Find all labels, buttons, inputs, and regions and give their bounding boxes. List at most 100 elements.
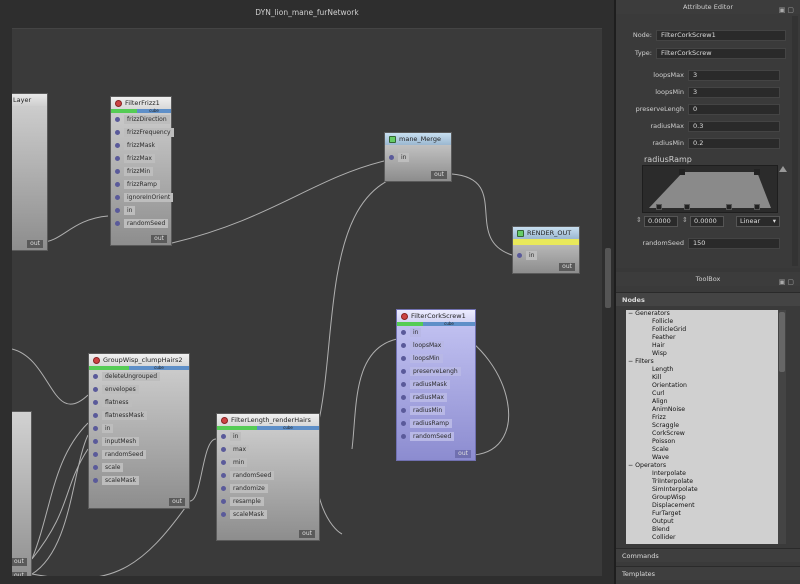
ramp-position-field[interactable]: 0.0000: [644, 216, 678, 227]
port-connector-icon[interactable]: [115, 143, 120, 148]
node-name-field[interactable]: FilterCorkScrew1: [656, 29, 786, 41]
spin-arrows-icon[interactable]: ⇕: [636, 216, 642, 224]
port-connector-icon[interactable]: [221, 473, 226, 478]
tree-item[interactable]: Wisp: [626, 350, 778, 358]
frizz-port[interactable]: frizzRamp: [111, 178, 171, 191]
tree-item[interactable]: Blend: [626, 526, 778, 534]
filter-length-port[interactable]: max: [217, 443, 319, 456]
port-in[interactable]: in: [513, 249, 579, 262]
filter-length-port[interactable]: randomSeed: [217, 469, 319, 482]
ramp-handle-icon[interactable]: [726, 204, 732, 210]
tab-commands[interactable]: Commands: [616, 548, 800, 562]
frizz-port[interactable]: randomSeed: [111, 217, 171, 230]
type-field[interactable]: FilterCorkScrew: [656, 47, 786, 59]
port-connector-icon[interactable]: [221, 499, 226, 504]
port-connector-icon[interactable]: [93, 478, 98, 483]
port-connector-icon[interactable]: [401, 343, 406, 348]
port-connector-icon[interactable]: [221, 512, 226, 517]
port-connector-icon[interactable]: [115, 221, 120, 226]
port-connector-icon[interactable]: [93, 400, 98, 405]
corkscrew-port[interactable]: randomSeed: [397, 430, 475, 443]
tree-item[interactable]: Length: [626, 366, 778, 374]
port-connector-icon[interactable]: [115, 195, 120, 200]
filter-frizz-node[interactable]: FilterFrizz1 cube frizzDirection frizzFre…: [110, 96, 174, 246]
tree-scrollbar[interactable]: [778, 310, 786, 544]
ramp-interp-select[interactable]: Linear ▾: [736, 216, 780, 227]
port-connector-icon[interactable]: [93, 387, 98, 392]
graph-vertical-scrollbar[interactable]: [602, 28, 614, 584]
group-wisp-port[interactable]: in: [89, 422, 189, 435]
port-connector-icon[interactable]: [115, 169, 120, 174]
random-seed-field[interactable]: 150: [688, 237, 780, 249]
ramp-handle-icon[interactable]: [684, 204, 690, 210]
panel-dock-buttons[interactable]: ▣▢: [779, 3, 796, 17]
tree-item[interactable]: TriInterpolate: [626, 478, 778, 486]
graph-canvas[interactable]: Layer out FilterFrizz1 cube frizzDirecti…: [12, 28, 602, 584]
tree-item[interactable]: Collider: [626, 534, 778, 542]
tree-item[interactable]: Output: [626, 518, 778, 526]
tree-item[interactable]: Scraggle: [626, 422, 778, 430]
port-connector-icon[interactable]: [401, 356, 406, 361]
frizz-port[interactable]: frizzDirection: [111, 113, 171, 126]
tree-group[interactable]: − Operators: [626, 462, 778, 470]
tree-item[interactable]: Scale: [626, 446, 778, 454]
tree-item[interactable]: Displacement: [626, 502, 778, 510]
port-connector-icon[interactable]: [115, 117, 120, 122]
port-connector-icon[interactable]: [93, 374, 98, 379]
tree-item[interactable]: FollicleGrid: [626, 326, 778, 334]
ramp-key-2[interactable]: [754, 169, 760, 175]
scroll-thumb[interactable]: [779, 312, 785, 372]
port-connector-icon[interactable]: [401, 382, 406, 387]
frizz-port[interactable]: ignoreInOrient: [111, 191, 174, 204]
port-connector-icon[interactable]: [401, 421, 406, 426]
tree-group[interactable]: − Generators: [626, 310, 778, 318]
tree-item[interactable]: Align: [626, 398, 778, 406]
layer-node[interactable]: Layer out: [12, 93, 48, 251]
tree-item[interactable]: Orientation: [626, 382, 778, 390]
port-connector-icon[interactable]: [115, 182, 120, 187]
tree-item[interactable]: Curl: [626, 390, 778, 398]
tree-item[interactable]: Hair: [626, 342, 778, 350]
attr-value-field[interactable]: 0.3: [688, 120, 780, 132]
port-connector-icon[interactable]: [93, 413, 98, 418]
render-out-node[interactable]: RENDER_OUT in out: [512, 226, 580, 274]
filter-length-node[interactable]: FilterLength_renderHairs cube in max min ra…: [216, 413, 320, 541]
corkscrew-port[interactable]: preserveLengh: [397, 365, 475, 378]
group-wisp-port[interactable]: envelopes: [89, 383, 189, 396]
frizz-port[interactable]: frizzMax: [111, 152, 171, 165]
group-wisp-port[interactable]: scale: [89, 461, 189, 474]
group-wisp-port[interactable]: deleteUngrouped: [89, 370, 189, 383]
port-connector-icon[interactable]: [401, 395, 406, 400]
tree-item[interactable]: SimInterpolate: [626, 486, 778, 494]
attr-value-field[interactable]: 0.2: [688, 137, 780, 149]
frizz-port[interactable]: frizzMask: [111, 139, 171, 152]
port-connector-icon[interactable]: [115, 130, 120, 135]
port-connector-icon[interactable]: [93, 426, 98, 431]
corkscrew-port[interactable]: loopsMax: [397, 339, 475, 352]
graph-horizontal-scrollbar[interactable]: [12, 576, 602, 584]
group-wisp-node[interactable]: GroupWisp_clumpHairs2 cube deleteUngroup…: [88, 353, 190, 509]
port-connector-icon[interactable]: [221, 434, 226, 439]
tree-item[interactable]: AnimNoise: [626, 406, 778, 414]
port-connector-icon[interactable]: [115, 208, 120, 213]
filter-length-port[interactable]: resample: [217, 495, 319, 508]
tree-item[interactable]: Wave: [626, 454, 778, 462]
nodes-tree[interactable]: − Generators Follicle FollicleGrid Feather H…: [626, 310, 778, 544]
port-connector-icon[interactable]: [221, 447, 226, 452]
port-connector-icon[interactable]: [401, 408, 406, 413]
group-wisp-port[interactable]: flatness: [89, 396, 189, 409]
tree-item[interactable]: CorkScrew: [626, 430, 778, 438]
attr-value-field[interactable]: 3: [688, 69, 780, 81]
ramp-key-1[interactable]: [679, 169, 685, 175]
ramp-value-field[interactable]: 0.0000: [690, 216, 724, 227]
group-wisp-port[interactable]: flatnessMask: [89, 409, 189, 422]
scroll-thumb[interactable]: [605, 248, 611, 308]
group-wisp-port[interactable]: scaleMask: [89, 474, 189, 487]
port-connector-icon[interactable]: [221, 460, 226, 465]
corkscrew-port[interactable]: in: [397, 326, 475, 339]
frizz-port[interactable]: in: [111, 204, 171, 217]
frizz-port[interactable]: frizzMin: [111, 165, 171, 178]
tree-item[interactable]: Interpolate: [626, 470, 778, 478]
corkscrew-port[interactable]: radiusMin: [397, 404, 475, 417]
ramp-up-arrow-icon[interactable]: [779, 166, 787, 172]
